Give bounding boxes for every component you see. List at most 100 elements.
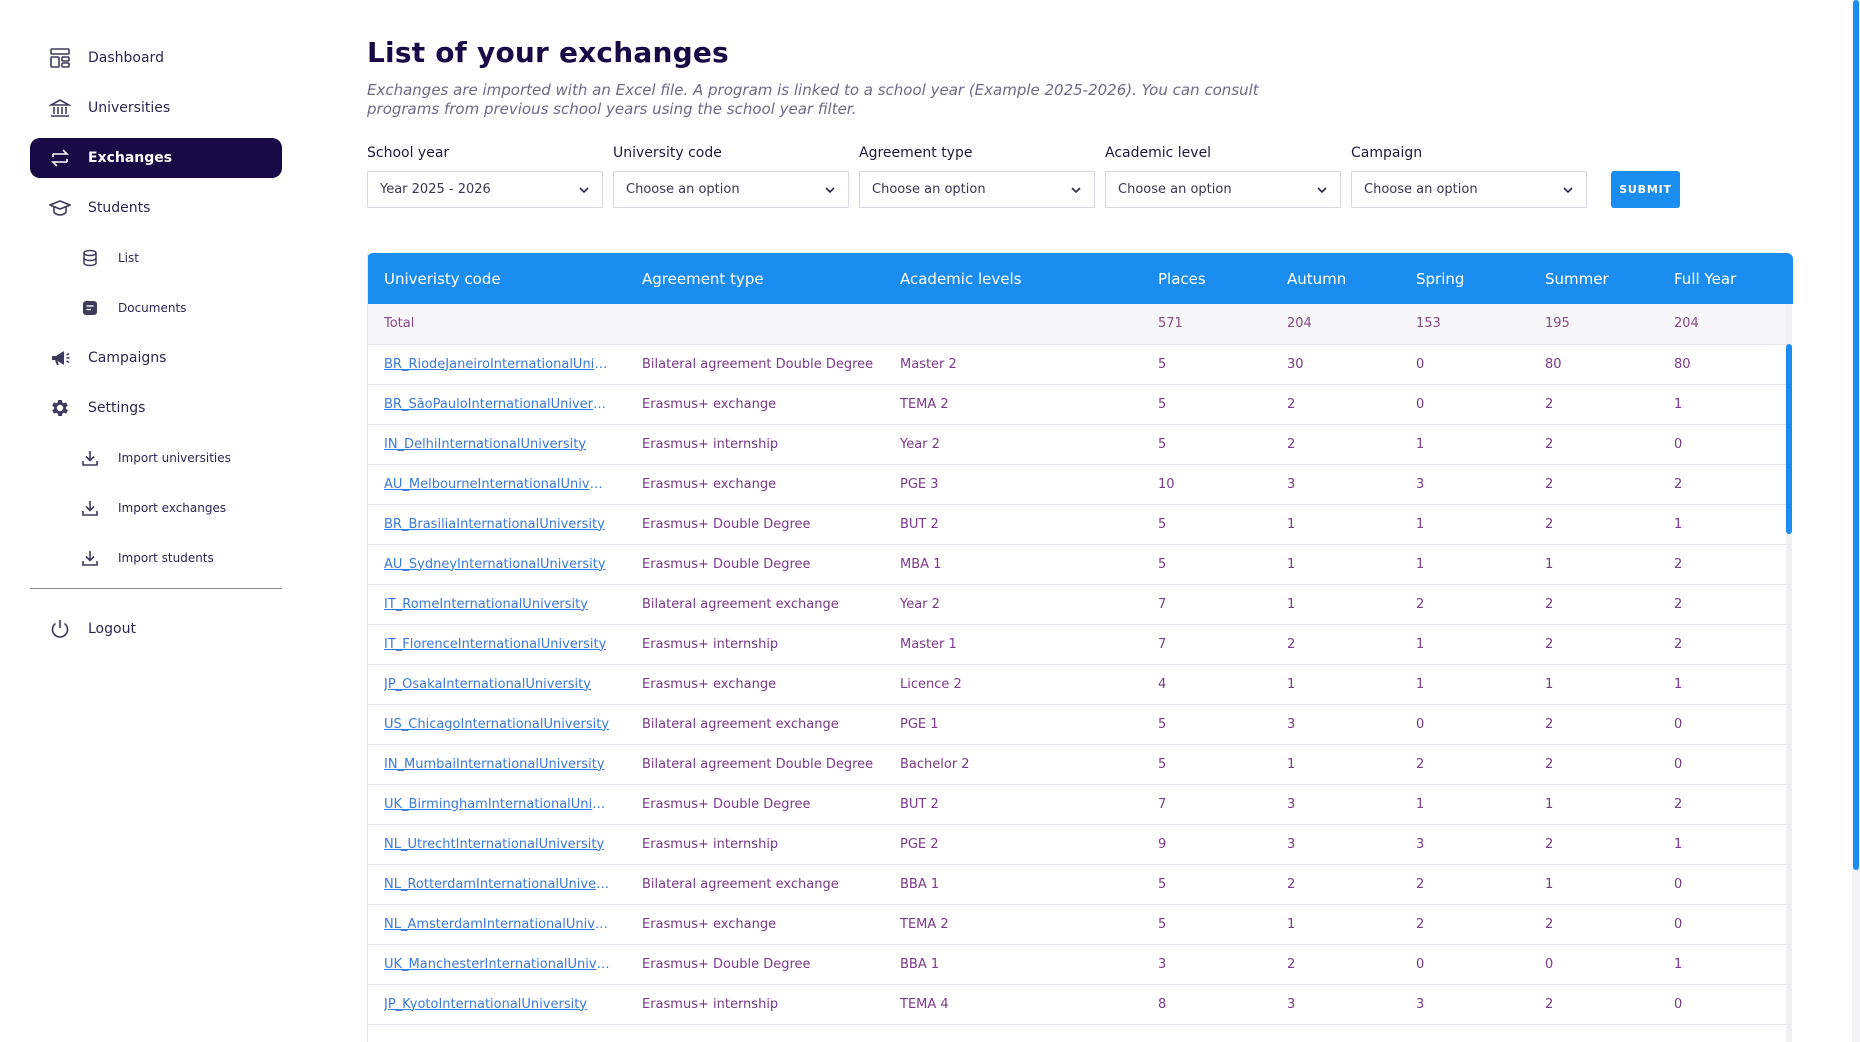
sidebar-item-logout[interactable]: Logout (30, 609, 282, 649)
sidebar-item-exchanges[interactable]: Exchanges (30, 138, 282, 178)
table-row: UK_ManchesterInternationalUnivers... Eras… (368, 944, 1788, 984)
sidebar-item-import-exchanges[interactable]: Import exchanges (30, 488, 282, 528)
table-cell: 1 (1545, 796, 1554, 812)
sidebar-item-settings[interactable]: Settings (30, 388, 282, 428)
filter-label: Academic level (1105, 145, 1212, 161)
filter-label: School year (367, 145, 450, 161)
university-code-cell: BR_BrasiliaInternationalUniversity (368, 504, 626, 544)
university-code-link[interactable]: IN_DelhiInternationalUniversity (384, 437, 586, 452)
table-cell: 2 (1416, 916, 1425, 932)
university-code-link[interactable]: NL_AmsterdamInternationalUnivers... (384, 917, 610, 932)
sidebar-item-import-universities[interactable]: Import universities (30, 438, 282, 478)
table-cell: 2 (1545, 516, 1554, 532)
table-cell: 1 (1416, 516, 1425, 532)
table-cell: 0 (1674, 996, 1683, 1012)
university-code-link[interactable]: IN_MumbaiInternationalUniversity (384, 757, 605, 772)
table-cell: 2 (1545, 836, 1554, 852)
table-cell: 2 (1674, 476, 1683, 492)
sidebar-item-documents[interactable]: Documents (30, 288, 282, 328)
sidebar-item-label: Documents (118, 301, 187, 315)
table-cell (884, 304, 1142, 344)
university-code-link[interactable]: US_ChicagoInternationalUniversity (384, 717, 609, 732)
page-scrollbar-thumb[interactable] (1853, 0, 1859, 870)
university-code-link[interactable]: NL_RotterdamInternationalUniversity (384, 877, 610, 892)
university-code-link[interactable]: AU_MelbourneInternationalUniversity (384, 477, 610, 492)
table-cell: Erasmus+ exchange (642, 396, 777, 412)
table-cell: 1 (1287, 676, 1296, 692)
table-cell: 1 (1674, 676, 1683, 692)
table-scrollbar[interactable] (1786, 304, 1792, 1042)
page-scrollbar[interactable] (1852, 0, 1860, 1042)
university-code-link[interactable]: IT_RomeInternationalUniversity (384, 597, 588, 612)
total-spring: 153 (1416, 316, 1441, 332)
table-cell: TEMA 4 (900, 996, 949, 1012)
chevron-down-icon (1317, 186, 1327, 193)
table-cell: Bilateral agreement exchange (642, 716, 839, 732)
table-cell: Erasmus+ internship (642, 636, 779, 652)
table-cell: Master 2 (900, 356, 957, 372)
university-code-link[interactable]: JP_OsakaInternationalUniversity (384, 677, 591, 692)
column-header[interactable]: Places (1142, 253, 1271, 304)
university-code-link[interactable]: JP_KyotoInternationalUniversity (384, 997, 587, 1012)
university-code-link[interactable]: BR_SãoPauloInternationalUniversity (384, 397, 610, 412)
university-code-select[interactable]: Choose an option (613, 171, 849, 208)
exchanges-table-container[interactable]: Univeristy code Agreement type Academic le… (367, 253, 1793, 1042)
sidebar-item-campaigns[interactable]: Campaigns (30, 338, 282, 378)
university-code-link[interactable]: UK_BirminghamInternationalUniver... (384, 797, 610, 812)
table-cell: 3 (1287, 996, 1296, 1012)
filter-label: Agreement type (859, 145, 973, 161)
column-header[interactable]: Academic levels (884, 253, 1142, 304)
filter-school-year: School year Year 2025 - 2026 (367, 145, 603, 208)
filter-academic-level: Academic level Choose an option (1105, 145, 1341, 208)
download-icon (80, 498, 100, 518)
table-cell: Erasmus+ exchange (642, 476, 777, 492)
column-header[interactable]: Summer (1529, 253, 1658, 304)
column-header[interactable]: Full Year (1658, 253, 1788, 304)
table-cell: 1 (1674, 956, 1683, 972)
gear-icon (48, 396, 72, 420)
table-scrollbar-thumb[interactable] (1786, 344, 1792, 534)
sidebar-item-label: Universities (88, 100, 171, 116)
sidebar-item-list[interactable]: List (30, 238, 282, 278)
campaign-select[interactable]: Choose an option (1351, 171, 1587, 208)
table-cell: Master 1 (900, 636, 957, 652)
school-year-select[interactable]: Year 2025 - 2026 (367, 171, 603, 208)
submit-button[interactable]: SUBMIT (1611, 171, 1680, 208)
column-header[interactable]: Univeristy code (368, 253, 626, 304)
table-cell: BUT 2 (900, 796, 939, 812)
filter-bar: School year Year 2025 - 2026 University … (367, 145, 1792, 208)
download-icon (80, 448, 100, 468)
table-row: IN_DelhiInternationalUniversity Erasmus+ … (368, 424, 1788, 464)
sidebar-item-import-students[interactable]: Import students (30, 538, 282, 578)
sidebar-item-label: Students (88, 200, 151, 216)
university-code-link[interactable]: NL_UtrechtInternationalUniversity (384, 837, 604, 852)
page-subtitle: Exchanges are imported with an Excel fil… (367, 81, 1259, 118)
column-header[interactable]: Spring (1400, 253, 1529, 304)
university-code-link[interactable]: UK_ManchesterInternationalUnivers... (384, 957, 610, 972)
university-code-link[interactable]: BR_BrasiliaInternationalUniversity (384, 517, 605, 532)
table-cell: 3 (1287, 836, 1296, 852)
sidebar-item-universities[interactable]: Universities (30, 88, 282, 128)
filter-label: Campaign (1351, 145, 1423, 161)
agreement-type-select[interactable]: Choose an option (859, 171, 1095, 208)
table-cell: TEMA 2 (900, 396, 949, 412)
table-cell: 2 (1545, 396, 1554, 412)
total-full-year: 204 (1674, 316, 1699, 332)
table-cell: PGE 1 (900, 716, 939, 732)
sidebar-item-dashboard[interactable]: Dashboard (30, 38, 282, 78)
column-header[interactable]: Agreement type (626, 253, 884, 304)
university-code-link[interactable]: AU_SydneyInternationalUniversity (384, 557, 606, 572)
column-header[interactable]: Autumn (1271, 253, 1400, 304)
table-cell: Erasmus+ internship (642, 996, 779, 1012)
table-cell: 1 (1416, 796, 1425, 812)
table-cell: 5 (1158, 516, 1167, 532)
table-cell: 0 (1416, 396, 1425, 412)
table-cell: 0 (1674, 756, 1683, 772)
university-code-link[interactable]: BR_RiodeJaneiroInternationalUnive... (384, 357, 610, 372)
table-cell: 2 (1287, 436, 1296, 452)
academic-level-select[interactable]: Choose an option (1105, 171, 1341, 208)
sidebar-item-students[interactable]: Students (30, 188, 282, 228)
sidebar-item-label: Import students (118, 551, 214, 565)
total-label: Total (384, 316, 415, 332)
university-code-link[interactable]: IT_FlorenceInternationalUniversity (384, 637, 606, 652)
